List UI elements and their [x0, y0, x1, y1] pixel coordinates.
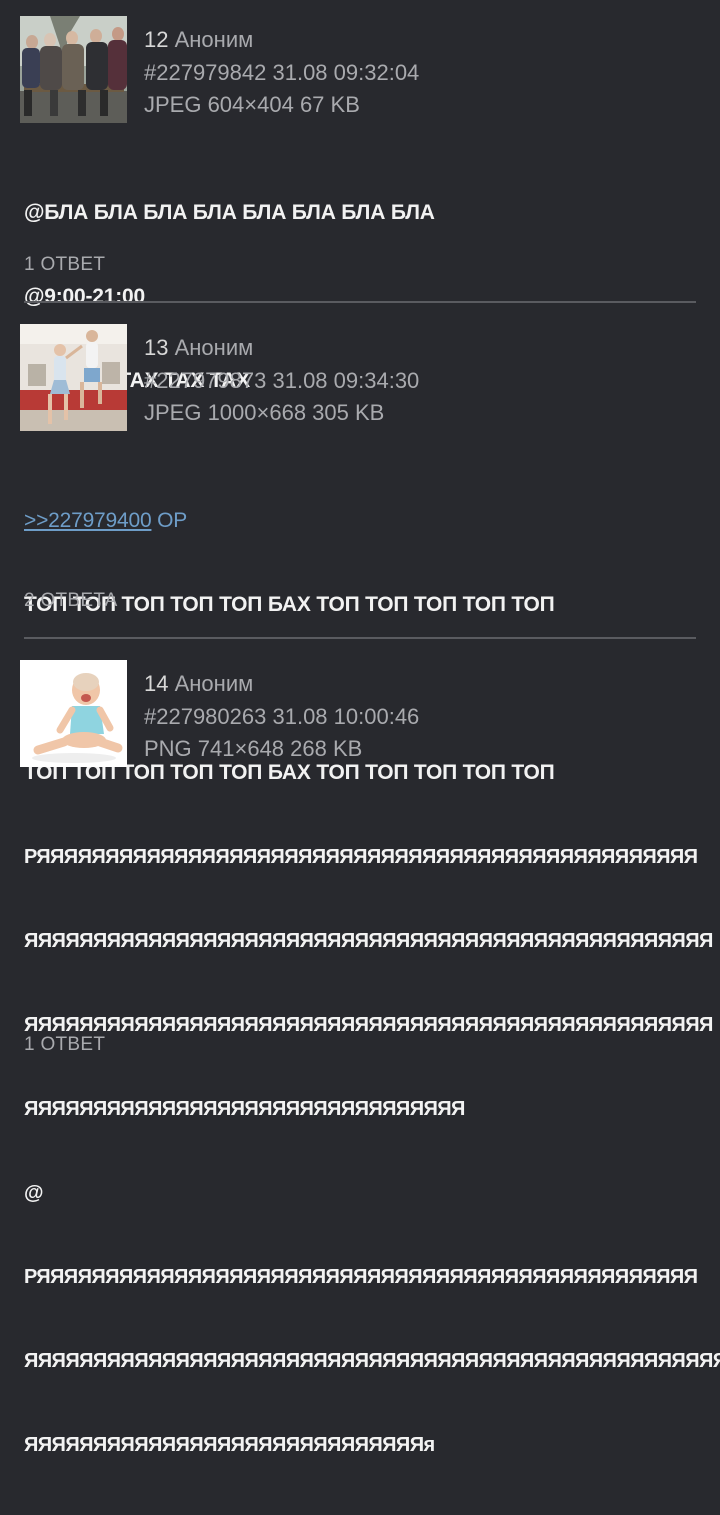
post-line: РЯЯЯЯЯЯЯЯЯЯЯЯЯЯЯЯЯЯЯЯЯЯЯЯЯЯЯЯЯЯЯЯЯЯЯЯЯЯЯ… [24, 1266, 698, 1288]
post-header: 12 Аноним [144, 24, 419, 57]
post-author: Аноним [174, 335, 254, 360]
post-id-line: #227980263 31.08 10:00:46 [144, 701, 419, 734]
post-datetime: 31.08 10:00:46 [272, 703, 420, 729]
post-author: Аноним [174, 27, 254, 52]
post-datetime: 31.08 09:32:04 [272, 59, 420, 85]
replies-link[interactable]: 1 ОТВЕТ [24, 254, 105, 276]
post-body: >>227979400 OP ТОП ТОП ТОП ТОП ТОП БАХ Т… [24, 451, 555, 843]
post-id[interactable]: #227980263 [144, 704, 266, 729]
photo-elderly-people-icon [20, 16, 127, 123]
post-thumbnail[interactable] [20, 16, 127, 123]
post-line: ЯЯЯЯЯЯЯЯЯЯЯЯЯЯЯЯЯЯЯЯЯЯЯЯЯЯЯЯЯя [24, 1434, 435, 1456]
post-line: ЯЯЯЯЯЯЯЯЯЯЯЯЯЯЯЯЯЯЯЯЯЯЯЯЯЯЯЯЯЯЯЯЯЯЯЯЯЯЯЯ… [24, 1350, 720, 1372]
post-divider [24, 637, 696, 639]
post-line: ЯЯЯЯЯЯЯЯЯЯЯЯЯЯЯЯЯЯЯЯЯЯЯЯЯЯЯЯЯЯЯЯ [24, 1098, 465, 1120]
post-line: РЯЯЯЯЯЯЯЯЯЯЯЯЯЯЯЯЯЯЯЯЯЯЯЯЯЯЯЯЯЯЯЯЯЯЯЯЯЯЯ… [24, 846, 698, 868]
reply-link[interactable]: >>227979400 [24, 509, 152, 532]
post-header: 14 Аноним [144, 668, 419, 701]
file-info: PNG 741×648 268 KB [144, 736, 363, 761]
post-line: ЯЯЯЯЯЯЯЯЯЯЯЯЯЯЯЯЯЯЯЯЯЯЯЯЯЯЯЯЯЯЯЯЯЯЯЯЯЯЯЯ… [24, 930, 713, 952]
reply-reference: >>227979400 OP [24, 507, 555, 535]
photo-crying-baby-icon [20, 660, 127, 767]
post-divider [24, 301, 696, 303]
file-info: JPEG 604×404 67 KB [144, 92, 360, 117]
post-meta: 14 Аноним #227980263 31.08 10:00:46 PNG … [144, 668, 419, 766]
post-datetime: 31.08 09:34:30 [272, 367, 420, 393]
replies-link[interactable]: 1 ОТВЕТ [24, 1034, 105, 1056]
post-number: 12 [144, 27, 169, 52]
post-id[interactable]: #227979873 [144, 368, 266, 393]
post-author: Аноним [174, 671, 254, 696]
post-thumbnail[interactable] [20, 660, 127, 767]
post-meta: 13 Аноним #227979873 31.08 09:34:30 JPEG… [144, 332, 419, 430]
replies-link[interactable]: 2 ОТВЕТА [24, 590, 118, 612]
photo-children-jumping-icon [20, 324, 127, 431]
op-tag: OP [157, 509, 188, 532]
post-line: @ [24, 1182, 44, 1204]
post-thumbnail[interactable] [20, 324, 127, 431]
file-info: JPEG 1000×668 305 KB [144, 400, 385, 425]
post-number: 13 [144, 335, 169, 360]
post-header: 13 Аноним [144, 332, 419, 365]
post-body: РЯЯЯЯЯЯЯЯЯЯЯЯЯЯЯЯЯЯЯЯЯЯЯЯЯЯЯЯЯЯЯЯЯЯЯЯЯЯЯ… [24, 787, 720, 1515]
post-number: 14 [144, 671, 169, 696]
post-id-line: #227979842 31.08 09:32:04 [144, 57, 419, 90]
post-line: @БЛА БЛА БЛА БЛА БЛА БЛА БЛА БЛА [24, 201, 435, 224]
post-id[interactable]: #227979842 [144, 60, 266, 85]
post-line: ЯЯЯЯЯЯЯЯЯЯЯЯЯЯЯЯЯЯЯЯЯЯЯЯЯЯЯЯЯЯЯЯЯЯЯЯЯЯЯЯ… [24, 1014, 713, 1036]
post-line: @9:00-21:00 [24, 285, 146, 308]
post-id-line: #227979873 31.08 09:34:30 [144, 365, 419, 398]
post-meta: 12 Аноним #227979842 31.08 09:32:04 JPEG… [144, 24, 419, 122]
